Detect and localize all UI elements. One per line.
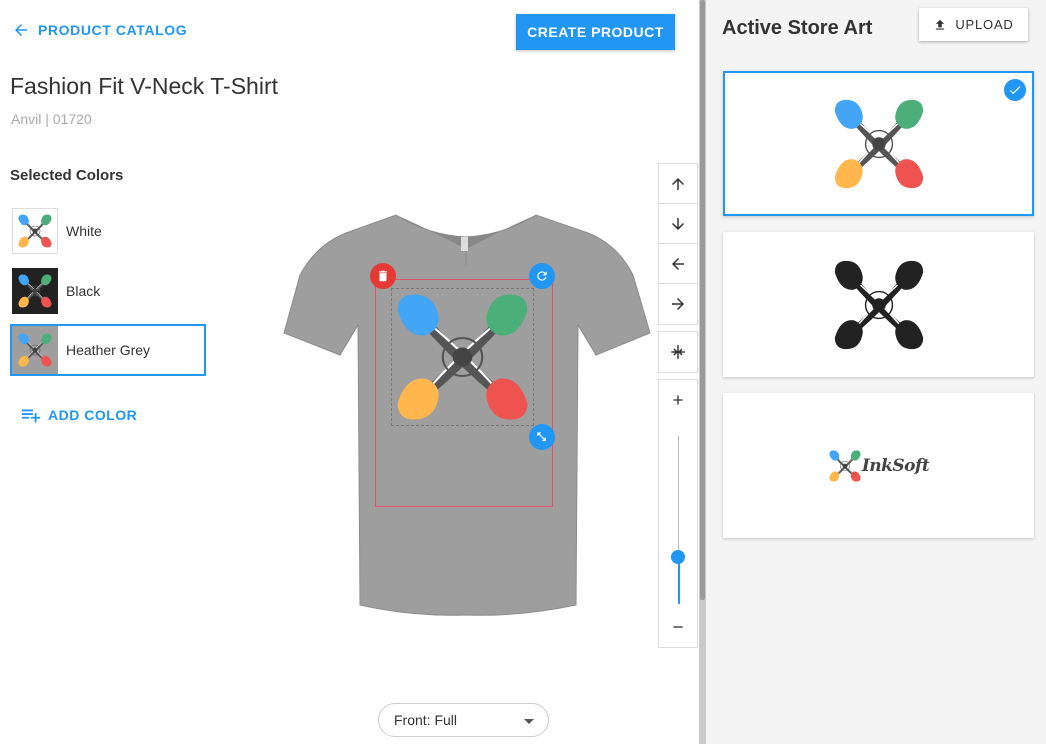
art-card-inksoft-logo[interactable]: InkSoft xyxy=(723,393,1034,538)
arrow-left-icon xyxy=(672,257,684,270)
product-editor-panel: PRODUCT CATALOG CREATE PRODUCT Fashion F… xyxy=(0,0,700,744)
trash-icon xyxy=(378,270,388,282)
upload-icon xyxy=(936,19,945,30)
rotate-design-button[interactable] xyxy=(529,263,555,289)
upload-label: UPLOAD xyxy=(955,17,1014,32)
move-up-button[interactable] xyxy=(659,164,697,204)
view-select-dropdown[interactable]: Front: Full xyxy=(378,703,549,737)
color-label: Black xyxy=(66,283,101,299)
zoom-out-button[interactable] xyxy=(659,607,697,647)
add-color-button[interactable]: ADD COLOR xyxy=(20,404,137,426)
color-swatch xyxy=(12,208,58,254)
move-down-button[interactable] xyxy=(659,204,697,244)
move-controls xyxy=(658,163,698,325)
color-item-black[interactable]: Black xyxy=(10,265,206,317)
view-select-value: Front: Full xyxy=(394,712,458,728)
create-product-button[interactable]: CREATE PRODUCT xyxy=(516,14,675,50)
scrollbar-thumb[interactable] xyxy=(700,0,705,600)
caret-down-icon xyxy=(524,719,534,724)
playlist-add-icon xyxy=(21,409,41,423)
rotate-icon xyxy=(537,271,547,281)
product-title: Fashion Fit V-Neck T-Shirt xyxy=(10,73,278,99)
delete-design-button[interactable] xyxy=(370,263,396,289)
resize-icon xyxy=(537,432,546,442)
zoom-slider-handle[interactable] xyxy=(671,549,685,564)
minus-icon xyxy=(673,626,683,628)
zoom-slider-fill xyxy=(678,556,680,604)
move-right-button[interactable] xyxy=(659,284,697,324)
design-artwork xyxy=(392,289,533,425)
selected-colors-heading: Selected Colors xyxy=(10,167,124,184)
move-left-button[interactable] xyxy=(659,244,697,284)
upload-button[interactable]: UPLOAD xyxy=(919,8,1028,41)
back-to-catalog-link[interactable]: PRODUCT CATALOG xyxy=(12,21,187,39)
zoom-controls xyxy=(658,379,698,648)
logo-thumbnail-icon xyxy=(17,213,53,249)
inksoft-logo-text: InkSoft xyxy=(861,455,930,476)
art-card-color-logo[interactable] xyxy=(723,71,1034,216)
check-icon xyxy=(1004,79,1026,101)
color-logo-artwork xyxy=(831,96,927,192)
color-swatch xyxy=(12,268,58,314)
center-horizontal-icon xyxy=(671,345,685,359)
color-item-heather-grey[interactable]: Heather Grey xyxy=(10,324,206,376)
center-control xyxy=(658,331,698,373)
logo-thumbnail-icon xyxy=(17,332,53,368)
store-art-title: Active Store Art xyxy=(722,17,873,39)
store-art-panel: Active Store Art UPLOAD InkSoft xyxy=(706,0,1046,744)
zoom-in-button[interactable] xyxy=(659,380,697,420)
product-subtitle: Anvil | 01720 xyxy=(11,111,92,127)
arrow-left-icon xyxy=(15,24,27,36)
center-horizontal-button[interactable] xyxy=(659,332,697,372)
logo-thumbnail-icon xyxy=(17,273,53,309)
arrow-up-icon xyxy=(672,177,684,190)
inksoft-logo-artwork: InkSoft xyxy=(827,448,930,483)
color-label: Heather Grey xyxy=(66,342,151,358)
color-label: White xyxy=(66,223,102,239)
plus-icon xyxy=(673,395,683,405)
black-logo-artwork xyxy=(831,257,927,353)
color-item-white[interactable]: White xyxy=(10,205,206,257)
color-swatch xyxy=(12,326,58,374)
resize-design-button[interactable] xyxy=(529,424,555,450)
inksoft-mark-icon xyxy=(827,448,862,483)
add-color-label: ADD COLOR xyxy=(48,407,138,423)
design-bounding-box[interactable] xyxy=(391,288,534,426)
arrow-down-icon xyxy=(672,217,684,230)
art-card-black-logo[interactable] xyxy=(723,232,1034,377)
arrow-right-icon xyxy=(672,298,684,310)
back-link-label: PRODUCT CATALOG xyxy=(38,22,188,38)
